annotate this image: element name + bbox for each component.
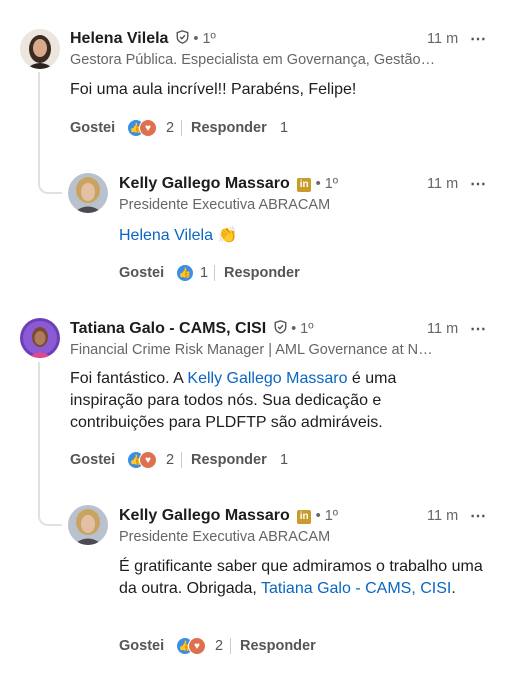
avatar-kelly[interactable] [68, 173, 108, 213]
comment-text: Foi fantástico. A Kelly Gallego Massaro … [70, 368, 430, 434]
person-photo-icon [68, 505, 108, 545]
mention-link[interactable]: Tatiana Galo - CAMS, CISI [261, 580, 451, 597]
reaction-icons[interactable]: 👍 [176, 264, 196, 282]
clap-emoji-icon: 👏 [217, 227, 238, 244]
action-divider [214, 265, 215, 281]
comment-text-part: Foi fantástico. A [70, 370, 188, 387]
comment-text: Helena Vilela 👏 [119, 225, 237, 247]
reply-button[interactable]: Responder [191, 452, 267, 468]
reaction-count[interactable]: 1 [200, 265, 208, 281]
commenter-name[interactable]: Kelly Gallego Massaro in • 1º [119, 175, 338, 193]
commenter-name[interactable]: Kelly Gallego Massaro in • 1º [119, 507, 338, 525]
like-button[interactable]: Gostei [119, 265, 164, 281]
mention-link[interactable]: Kelly Gallego Massaro [187, 370, 347, 387]
like-button[interactable]: Gostei [70, 120, 115, 136]
more-options-icon[interactable]: ⋯ [470, 174, 487, 194]
like-button[interactable]: Gostei [119, 638, 164, 654]
reaction-icons[interactable]: 👍 ♥ [127, 119, 161, 137]
comment-text-part: . [451, 580, 456, 597]
more-options-icon[interactable]: ⋯ [470, 29, 487, 49]
reaction-count[interactable]: 2 [166, 120, 174, 136]
commenter-name-text[interactable]: Helena Vilela [70, 30, 168, 47]
action-divider [181, 452, 182, 468]
thread-line [38, 362, 62, 526]
commenter-name-text[interactable]: Kelly Gallego Massaro [119, 507, 290, 524]
love-reaction-icon: ♥ [139, 119, 157, 137]
commenter-name-text[interactable]: Tatiana Galo - CAMS, CISI [70, 320, 266, 337]
comment-time: 11 m [427, 176, 459, 192]
reply-button[interactable]: Responder [191, 120, 267, 136]
avatar-kelly[interactable] [68, 505, 108, 545]
comment-text: Foi uma aula incrível!! Parabéns, Felipe… [70, 81, 357, 98]
love-reaction-icon: ♥ [139, 451, 157, 469]
comment-text: É gratificante saber que admiramos o tra… [119, 556, 494, 600]
avatar-helena[interactable] [20, 29, 60, 69]
reaction-icons[interactable]: 👍 ♥ [127, 451, 161, 469]
commenter-headline: Gestora Pública. Especialista em Governa… [70, 52, 436, 68]
verified-icon [274, 320, 287, 334]
love-reaction-icon: ♥ [188, 637, 206, 655]
thread-line [38, 72, 62, 194]
action-divider [181, 120, 182, 136]
premium-badge-icon: in [297, 510, 312, 524]
comment-time: 11 m [427, 31, 459, 47]
premium-badge-icon: in [297, 178, 312, 192]
comment-time: 11 m [427, 508, 459, 524]
like-button[interactable]: Gostei [70, 452, 115, 468]
more-options-icon[interactable]: ⋯ [470, 319, 487, 339]
person-photo-icon [20, 29, 60, 69]
connection-degree: • 1º [291, 321, 314, 337]
avatar-tatiana[interactable] [20, 318, 60, 358]
reaction-count[interactable]: 2 [215, 638, 223, 654]
comment-time: 11 m [427, 321, 459, 337]
connection-degree: • 1º [315, 508, 339, 524]
reply-count[interactable]: 1 [280, 452, 288, 468]
action-divider [230, 638, 231, 654]
commenter-headline: Presidente Executiva ABRACAM [119, 529, 331, 545]
verified-icon [176, 30, 189, 44]
reaction-count[interactable]: 2 [166, 452, 174, 468]
reaction-icons[interactable]: 👍 ♥ [176, 637, 210, 655]
commenter-headline: Presidente Executiva ABRACAM [119, 197, 331, 213]
commenter-name-text[interactable]: Kelly Gallego Massaro [119, 175, 290, 192]
more-options-icon[interactable]: ⋯ [470, 506, 487, 526]
commenter-name[interactable]: Helena Vilela • 1º [70, 30, 216, 48]
like-reaction-icon: 👍 [176, 264, 194, 282]
commenter-name[interactable]: Tatiana Galo - CAMS, CISI • 1º [70, 320, 314, 338]
reply-button[interactable]: Responder [240, 638, 316, 654]
person-photo-icon [20, 318, 60, 358]
connection-degree: • 1º [315, 176, 339, 192]
reply-button[interactable]: Responder [224, 265, 300, 281]
mention-link[interactable]: Helena Vilela [119, 227, 213, 244]
person-photo-icon [68, 173, 108, 213]
connection-degree: • 1º [193, 31, 216, 47]
commenter-headline: Financial Crime Risk Manager | AML Gover… [70, 342, 433, 358]
reply-count[interactable]: 1 [280, 120, 288, 136]
